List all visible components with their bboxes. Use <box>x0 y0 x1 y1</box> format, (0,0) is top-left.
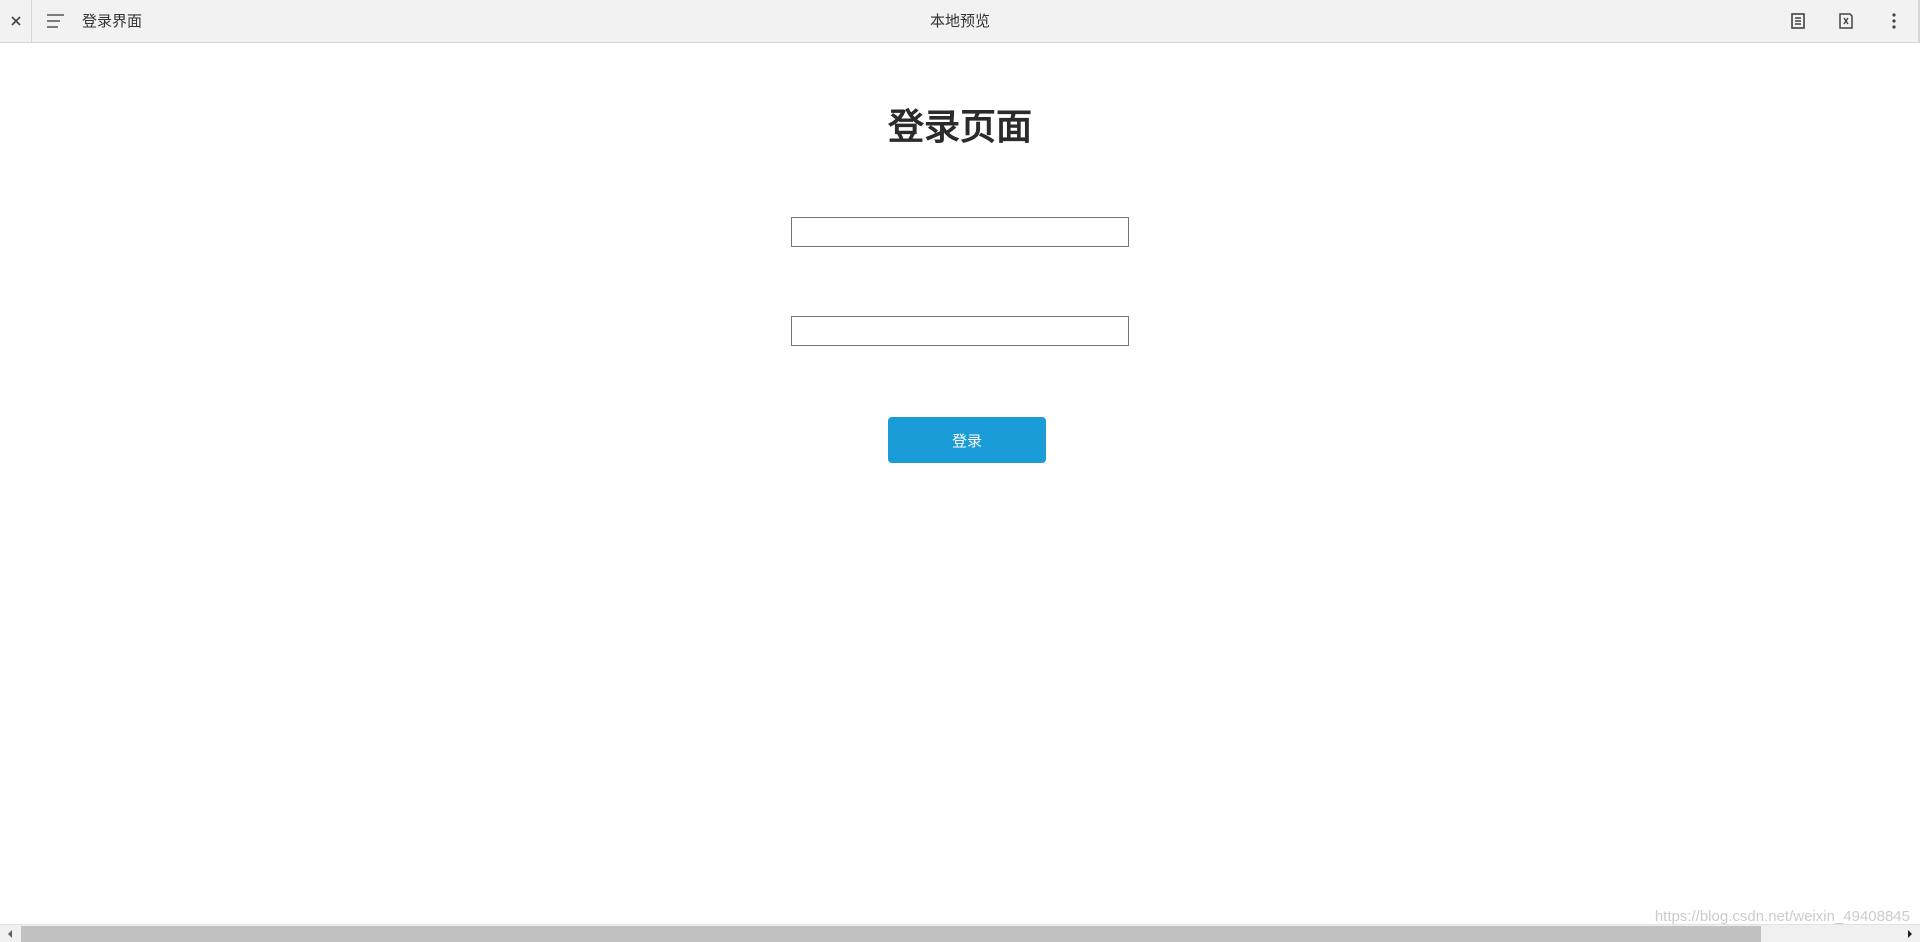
horizontal-scrollbar[interactable] <box>0 924 1920 942</box>
reader-button[interactable] <box>1786 9 1810 33</box>
export-icon <box>1839 13 1853 29</box>
document-title: 登录界面 <box>82 12 143 30</box>
triangle-right-icon <box>1908 929 1912 938</box>
export-button[interactable] <box>1834 9 1858 33</box>
menu-icon <box>47 14 64 28</box>
scroll-left-button[interactable] <box>0 925 20 942</box>
close-button[interactable] <box>0 0 32 42</box>
more-vertical-icon <box>1892 13 1896 29</box>
document-icon <box>1791 13 1805 29</box>
triangle-left-icon <box>8 929 12 938</box>
preview-toolbar: 登录界面 本地预览 <box>0 0 1920 43</box>
watermark: https://blog.csdn.net/weixin_49408845 <box>1654 908 1910 925</box>
preview-title: 本地预览 <box>929 12 990 30</box>
page-title: 登录页面 <box>887 107 1032 148</box>
login-button[interactable]: 登录 <box>888 417 1046 463</box>
close-icon <box>10 16 21 26</box>
scroll-thumb[interactable] <box>21 926 1761 942</box>
username-input[interactable] <box>791 217 1129 247</box>
password-input[interactable] <box>791 316 1129 346</box>
more-button[interactable] <box>1882 9 1906 33</box>
scroll-right-button[interactable] <box>1900 925 1920 942</box>
menu-button[interactable] <box>44 9 68 33</box>
